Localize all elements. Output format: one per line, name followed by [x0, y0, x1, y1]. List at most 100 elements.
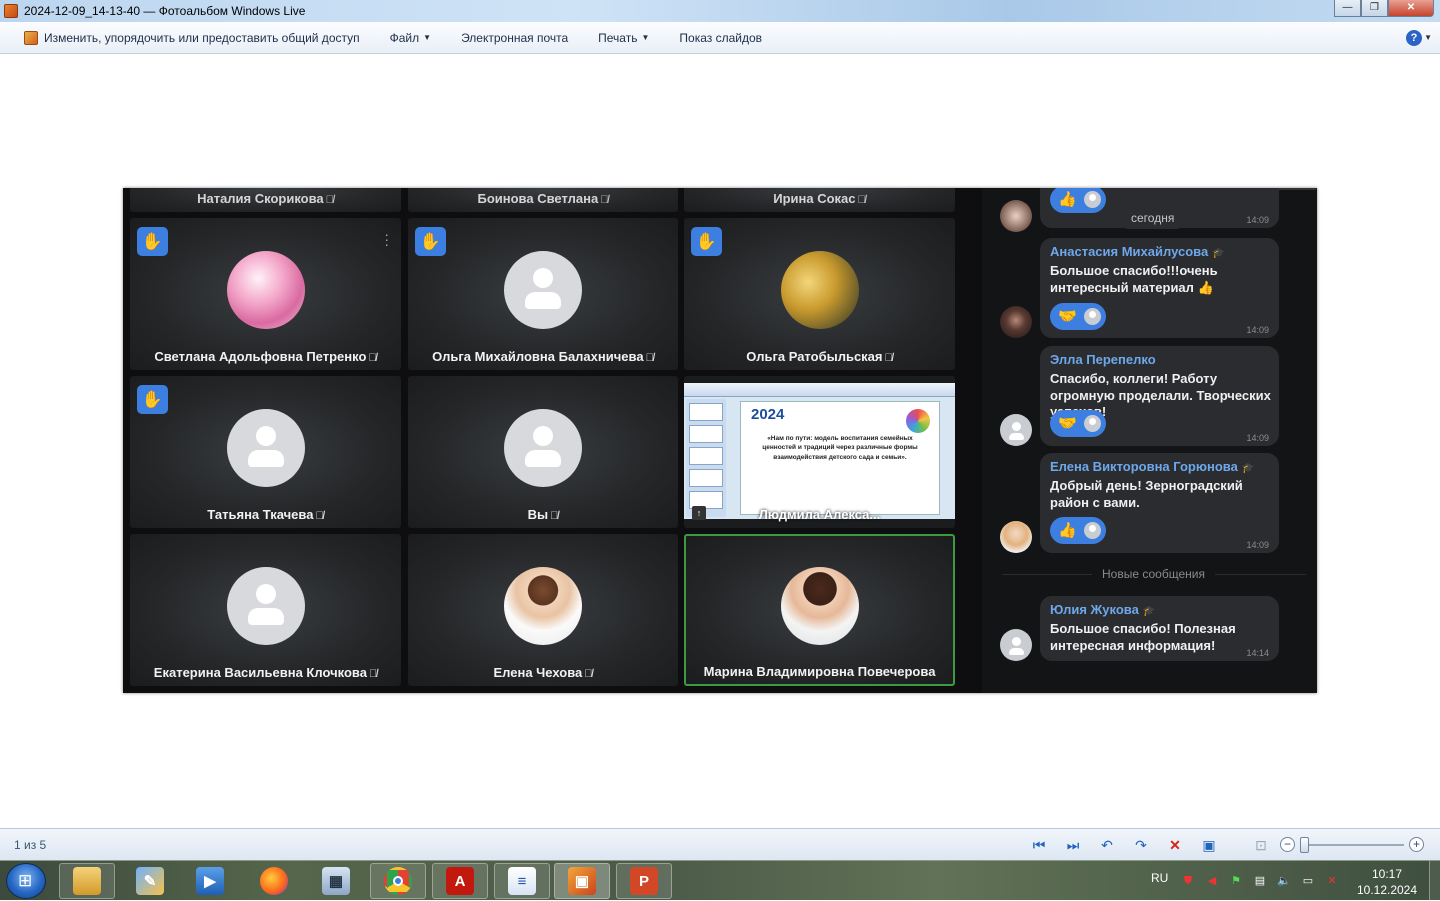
reaction-badge[interactable]: 🤝 — [1050, 303, 1106, 330]
menu-edit-organize-share[interactable]: Изменить, упорядочить или предоставить о… — [0, 22, 375, 53]
message-author[interactable]: Елена Викторовна Горюнова 🎓 — [1050, 459, 1254, 474]
mic-off-icon: 🎙̸ — [368, 668, 378, 680]
previous-icon[interactable]: ⏮ — [1022, 835, 1056, 855]
participant-name: Ольга Михайловна Балахничева 🎙̸ — [432, 349, 654, 364]
chat-message: Юлия Жукова 🎓 Большое спасибо! Полезная и… — [1040, 596, 1279, 661]
maximize-button[interactable]: ❐ — [1361, 0, 1388, 17]
actual-size-icon[interactable]: ⊡ — [1244, 835, 1278, 855]
taskbar-photo-gallery[interactable]: ▣ — [554, 863, 610, 899]
menu-file[interactable]: Файл ▼ — [375, 22, 446, 53]
reaction-badge[interactable]: 🤝 — [1050, 410, 1106, 437]
participant-name: Татьяна Ткачева 🎙̸ — [207, 507, 324, 522]
rotate-left-icon[interactable]: ↶ — [1090, 835, 1124, 855]
graduation-cap-icon: 🎓 — [1212, 248, 1225, 259]
show-desktop-button[interactable] — [1429, 861, 1440, 901]
taskbar-paint[interactable]: ✎ — [122, 863, 178, 899]
taskbar-powerpoint[interactable]: P — [616, 863, 672, 899]
reaction-badge[interactable]: 👍 — [1050, 517, 1106, 544]
menu-print[interactable]: Печать ▼ — [583, 22, 664, 53]
participant-name: Светлана Адольфовна Петренко 🎙̸ — [154, 349, 377, 364]
caret-down-icon: ▼ — [641, 33, 650, 42]
taskbar-explorer[interactable] — [59, 863, 115, 899]
graduation-cap-icon: 🎓 — [1142, 606, 1156, 617]
mic-off-icon: 🎙̸ — [584, 668, 593, 680]
slides-pane — [686, 399, 726, 517]
video-tile: Наталия Скорикова 🎙̸ — [130, 188, 401, 212]
menu-email[interactable]: Электронная почта — [446, 22, 583, 53]
avatar — [226, 251, 305, 329]
zoom-out-icon[interactable]: − — [1280, 837, 1295, 852]
menu-label: Изменить, упорядочить или предоставить о… — [44, 30, 360, 45]
zoom-slider-track[interactable] — [1300, 844, 1404, 846]
language-indicator[interactable]: RU — [1151, 871, 1168, 885]
menu-label: Печать — [598, 30, 638, 45]
default-avatar-icon — [504, 251, 582, 329]
chrome-icon — [384, 867, 412, 895]
caret-down-icon[interactable]: ▼ — [1424, 33, 1432, 42]
screen-share-tile: 2024 «Нам по пути: модель воспитания сем… — [684, 376, 955, 528]
reaction-badge: 👍 — [1050, 188, 1106, 213]
raised-hand-icon: ✋ — [137, 385, 168, 414]
photo-gallery-icon: ▣ — [568, 867, 596, 895]
video-tile: Екатерина Васильевна Клочкова 🎙̸ — [130, 534, 401, 686]
start-button[interactable] — [6, 863, 46, 899]
zoom-slider-thumb[interactable] — [1300, 837, 1309, 853]
taskbar-word-doc[interactable]: ≡ — [494, 863, 550, 899]
folder-icon — [73, 867, 101, 895]
network-error-icon[interactable]: ✕ — [1324, 873, 1340, 889]
taskbar-acrobat[interactable]: A — [432, 863, 488, 899]
taskbar-chrome[interactable] — [370, 863, 426, 899]
speaker-icon[interactable]: 🔈 — [1276, 873, 1292, 889]
taskbar: ✎ ▶ ▦ A ≡ ▣ P RU ⛊ ◀ ⚑ ▤ 🔈 ▭ ✕ 10:17 10.… — [0, 860, 1440, 901]
paint-icon: ✎ — [136, 867, 164, 895]
network-icon[interactable]: ▤ — [1252, 873, 1268, 889]
mic-off-icon: 🎙̸ — [645, 352, 654, 364]
participant-name: Марина Владимировна Повечерова — [703, 664, 936, 679]
chat-avatar — [1000, 629, 1032, 661]
participant-name: Елена Чехова 🎙̸ — [493, 665, 593, 680]
menu-label: Показ слайдов — [679, 30, 763, 45]
nav-controls: ⏮ ⏭ ↶ ↷ ✕ ▣ ⊡ — [1022, 835, 1278, 855]
video-tile: ✋ · · · Светлана Адольфовна Петренко 🎙̸ — [130, 218, 401, 370]
menu-slideshow[interactable]: Показ слайдов — [664, 22, 777, 53]
security-icon[interactable]: ⛊ — [1180, 873, 1196, 889]
new-messages-label: Новые сообщения — [1092, 567, 1215, 581]
video-tile: ✋ Татьяна Ткачева 🎙̸ — [130, 376, 401, 528]
calculator-icon: ▦ — [322, 867, 350, 895]
video-tile-self: Вы 🎙̸ — [408, 376, 678, 528]
chat-panel: 👍 14:09 сегодня Анастасия Михайлусова 🎓 Б… — [982, 188, 1317, 693]
shared-screen: 2024 «Нам по пути: модель воспитания сем… — [684, 383, 955, 519]
taskbar-media-player[interactable]: ▶ — [182, 863, 238, 899]
close-button[interactable]: ✕ — [1388, 0, 1434, 17]
participant-name: Наталия Скорикова 🎙̸ — [197, 191, 334, 206]
more-options-icon: · · · — [384, 226, 389, 252]
slideshow-icon[interactable]: ▣ — [1192, 835, 1226, 855]
slide-title: «Нам по пути: модель воспитания семейных… — [762, 435, 918, 461]
next-icon[interactable]: ⏭ — [1056, 835, 1090, 855]
message-author[interactable]: Элла Перепелко — [1050, 352, 1156, 367]
message-time: 14:09 — [1246, 215, 1269, 225]
minimize-button[interactable]: — — [1334, 0, 1361, 17]
delete-icon[interactable]: ✕ — [1158, 835, 1192, 855]
video-tile-active-speaker: Марина Владимировна Повечерова — [684, 534, 955, 686]
avatar — [780, 251, 859, 329]
default-avatar-icon — [226, 409, 305, 487]
video-tile: Елена Чехова 🎙̸ — [408, 534, 678, 686]
rotate-right-icon[interactable]: ↷ — [1124, 835, 1158, 855]
chat-message: Элла Перепелко Спасибо, коллеги! Работу … — [1040, 346, 1279, 446]
slide-year: 2024 — [751, 406, 785, 423]
message-author[interactable]: Юлия Жукова 🎓 — [1050, 602, 1155, 617]
battery-icon[interactable]: ▭ — [1300, 873, 1316, 889]
displayed-photo: Наталия Скорикова 🎙̸ Боинова Светлана 🎙̸ И… — [123, 188, 1317, 693]
clock[interactable]: 10:17 10.12.2024 — [1355, 866, 1419, 898]
taskbar-calculator[interactable]: ▦ — [308, 863, 364, 899]
message-author[interactable]: Анастасия Михайлусова 🎓 — [1050, 244, 1225, 259]
help-icon[interactable]: ? — [1406, 30, 1422, 46]
taskbar-firefox[interactable] — [246, 863, 302, 899]
video-tile: ✋ Ольга Михайловна Балахничева 🎙̸ — [408, 218, 678, 370]
zoom-in-icon[interactable]: + — [1409, 837, 1424, 852]
flag-icon[interactable]: ⚑ — [1228, 873, 1244, 889]
system-tray: ⛊ ◀ ⚑ ▤ 🔈 ▭ ✕ — [1180, 873, 1340, 889]
participant-name: Вы 🎙̸ — [527, 507, 559, 522]
volume-alert-icon[interactable]: ◀ — [1204, 873, 1220, 889]
